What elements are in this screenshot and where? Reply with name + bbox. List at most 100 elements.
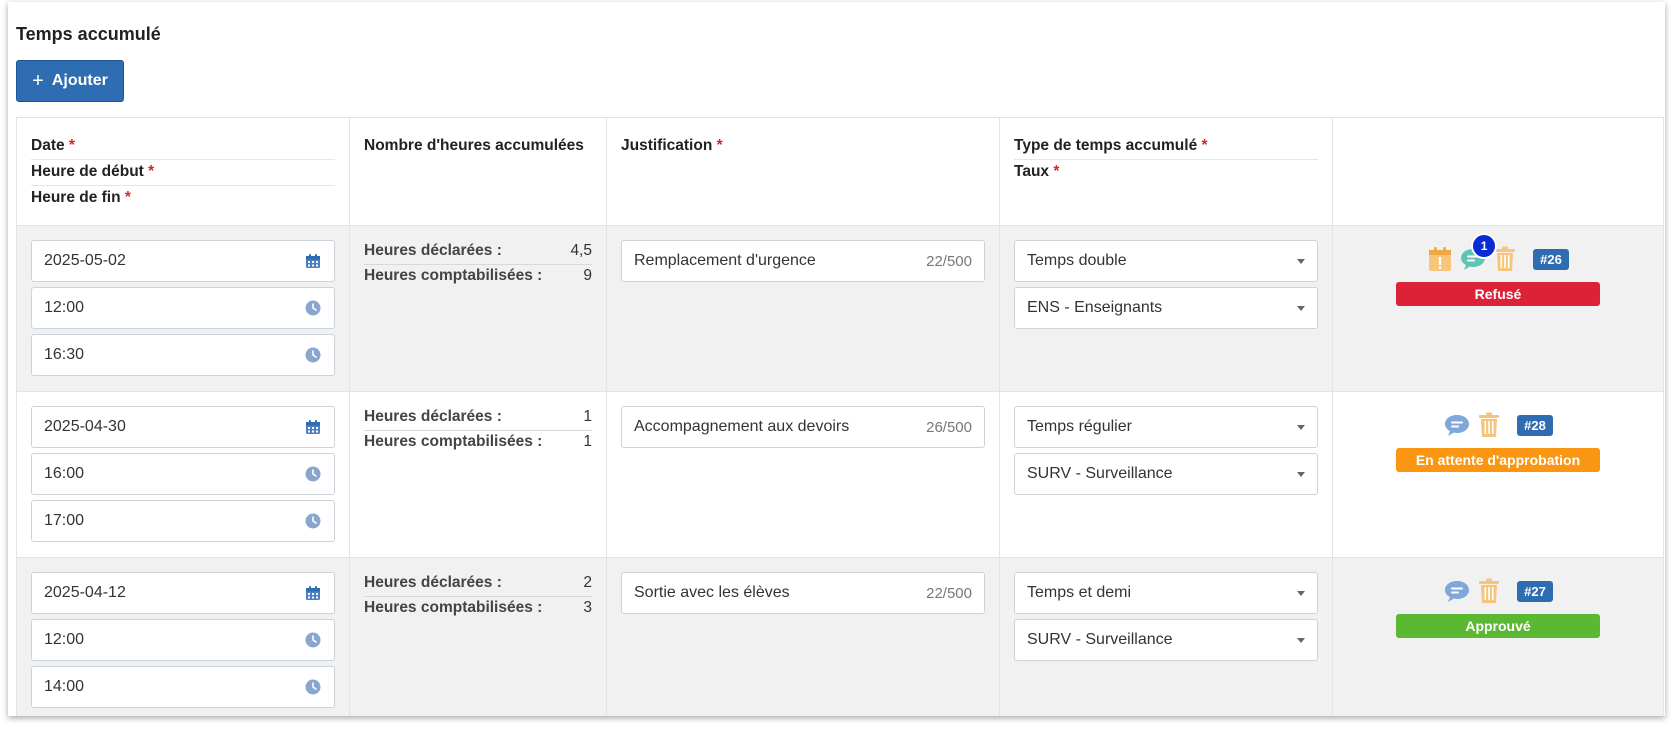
rate-select[interactable]: SURV - Surveillance [1014, 619, 1318, 661]
row-actions: 1 #26 [1333, 233, 1663, 276]
clock-icon[interactable] [304, 678, 322, 696]
calendar-icon[interactable] [304, 418, 322, 436]
counted-label: Heures comptabilisées : [364, 433, 543, 450]
type-value: Temps régulier [1027, 418, 1132, 435]
rate-select[interactable]: SURV - Surveillance [1014, 453, 1318, 495]
rate-value: SURV - Surveillance [1027, 465, 1173, 482]
declared-label: Heures déclarées : [364, 408, 502, 425]
counted-value: 9 [583, 267, 592, 284]
declared-value: 1 [583, 408, 592, 425]
date-input[interactable]: 2025-04-30 [31, 406, 335, 448]
table-row: 2025-04-30 16:00 17:00 Heures déclarées … [16, 391, 1664, 558]
start-time-input[interactable]: 12:00 [31, 287, 335, 329]
add-button[interactable]: + Ajouter [16, 60, 124, 102]
type-select[interactable]: Temps régulier [1014, 406, 1318, 448]
date-value: 2025-05-02 [44, 252, 126, 269]
rate-select[interactable]: ENS - Enseignants [1014, 287, 1318, 329]
chevron-down-icon [1297, 590, 1305, 596]
table-row: 2025-05-02 12:00 16:30 Heures déclarées … [16, 225, 1664, 392]
end-time-value: 17:00 [44, 512, 85, 529]
plus-icon: + [32, 70, 44, 92]
accumulated-time-panel: Temps accumulé + Ajouter Date * Heure de… [8, 2, 1665, 716]
end-time-input[interactable]: 16:30 [31, 334, 335, 376]
row-id-badge: #26 [1533, 248, 1569, 270]
trash-icon[interactable] [1477, 411, 1501, 439]
header-actions [1332, 117, 1664, 226]
type-select[interactable]: Temps et demi [1014, 572, 1318, 614]
start-time-value: 16:00 [44, 465, 85, 482]
type-value: Temps et demi [1027, 584, 1132, 601]
clock-icon[interactable] [304, 512, 322, 530]
counted-value: 1 [583, 433, 592, 450]
chevron-down-icon [1297, 637, 1305, 643]
declared-value: 2 [583, 574, 592, 591]
status-badge: Approuvé [1396, 614, 1600, 638]
row-id-badge: #27 [1517, 580, 1553, 602]
header-end: Heure de fin [31, 189, 121, 206]
rate-value: SURV - Surveillance [1027, 631, 1173, 648]
end-time-value: 16:30 [44, 346, 85, 363]
date-value: 2025-04-30 [44, 418, 126, 435]
start-time-input[interactable]: 16:00 [31, 453, 335, 495]
date-input[interactable]: 2025-04-12 [31, 572, 335, 614]
page-title: Temps accumulé [16, 24, 161, 44]
header-hours: Nombre d'heures accumulées [349, 117, 607, 226]
chevron-down-icon [1297, 471, 1305, 477]
trash-icon[interactable] [1477, 577, 1501, 605]
calendar-icon[interactable] [304, 252, 322, 270]
start-time-value: 12:00 [44, 631, 85, 648]
date-input[interactable]: 2025-05-02 [31, 240, 335, 282]
justification-input[interactable]: Sortie avec les élèves 22/500 [621, 572, 985, 614]
declared-label: Heures déclarées : [364, 242, 502, 259]
date-value: 2025-04-12 [44, 584, 126, 601]
start-time-input[interactable]: 12:00 [31, 619, 335, 661]
clock-icon[interactable] [304, 631, 322, 649]
end-time-value: 14:00 [44, 678, 85, 695]
comment-icon[interactable] [1443, 411, 1471, 439]
row-id-badge: #28 [1517, 414, 1553, 436]
add-button-label: Ajouter [51, 72, 108, 89]
declared-value: 4,5 [570, 242, 592, 259]
accumulated-time-table: Date * Heure de début * Heure de fin * N… [16, 117, 1664, 716]
chevron-down-icon [1297, 424, 1305, 430]
chevron-down-icon [1297, 258, 1305, 264]
header-date: Date [31, 137, 65, 154]
calendar-icon[interactable] [304, 584, 322, 602]
comment-count-badge: 1 [1471, 233, 1498, 259]
comment-icon[interactable] [1443, 577, 1471, 605]
row-actions: #27 [1333, 574, 1663, 608]
header-start: Heure de début [31, 163, 144, 180]
start-time-value: 12:00 [44, 299, 85, 316]
char-counter: 22/500 [926, 584, 972, 602]
trash-icon[interactable] [1493, 245, 1517, 273]
clock-icon[interactable] [304, 299, 322, 317]
calendar-warning-icon [1427, 245, 1453, 273]
header-datetime: Date * Heure de début * Heure de fin * [16, 117, 350, 226]
chevron-down-icon [1297, 305, 1305, 311]
header-justification: Justification * [606, 117, 1000, 226]
justification-value: Sortie avec les élèves [634, 584, 790, 601]
counted-label: Heures comptabilisées : [364, 599, 543, 616]
row-actions: #28 [1333, 408, 1663, 442]
char-counter: 26/500 [926, 418, 972, 436]
header-type-rate: Type de temps accumulé * Taux * [999, 117, 1333, 226]
char-counter: 22/500 [926, 252, 972, 270]
rate-value: ENS - Enseignants [1027, 299, 1163, 316]
justification-value: Accompagnement aux devoirs [634, 418, 850, 435]
end-time-input[interactable]: 14:00 [31, 666, 335, 708]
clock-icon[interactable] [304, 346, 322, 364]
declared-label: Heures déclarées : [364, 574, 502, 591]
comment-icon[interactable]: 1 [1459, 233, 1498, 273]
justification-value: Remplacement d'urgence [634, 252, 816, 269]
type-select[interactable]: Temps double [1014, 240, 1318, 282]
justification-input[interactable]: Accompagnement aux devoirs 26/500 [621, 406, 985, 448]
table-row: 2025-04-12 12:00 14:00 Heures déclarées … [16, 557, 1664, 716]
clock-icon[interactable] [304, 465, 322, 483]
counted-label: Heures comptabilisées : [364, 267, 543, 284]
status-badge: Refusé [1396, 282, 1600, 306]
end-time-input[interactable]: 17:00 [31, 500, 335, 542]
type-value: Temps double [1027, 252, 1127, 269]
status-badge: En attente d'approbation [1396, 448, 1600, 472]
counted-value: 3 [583, 599, 592, 616]
justification-input[interactable]: Remplacement d'urgence 22/500 [621, 240, 985, 282]
